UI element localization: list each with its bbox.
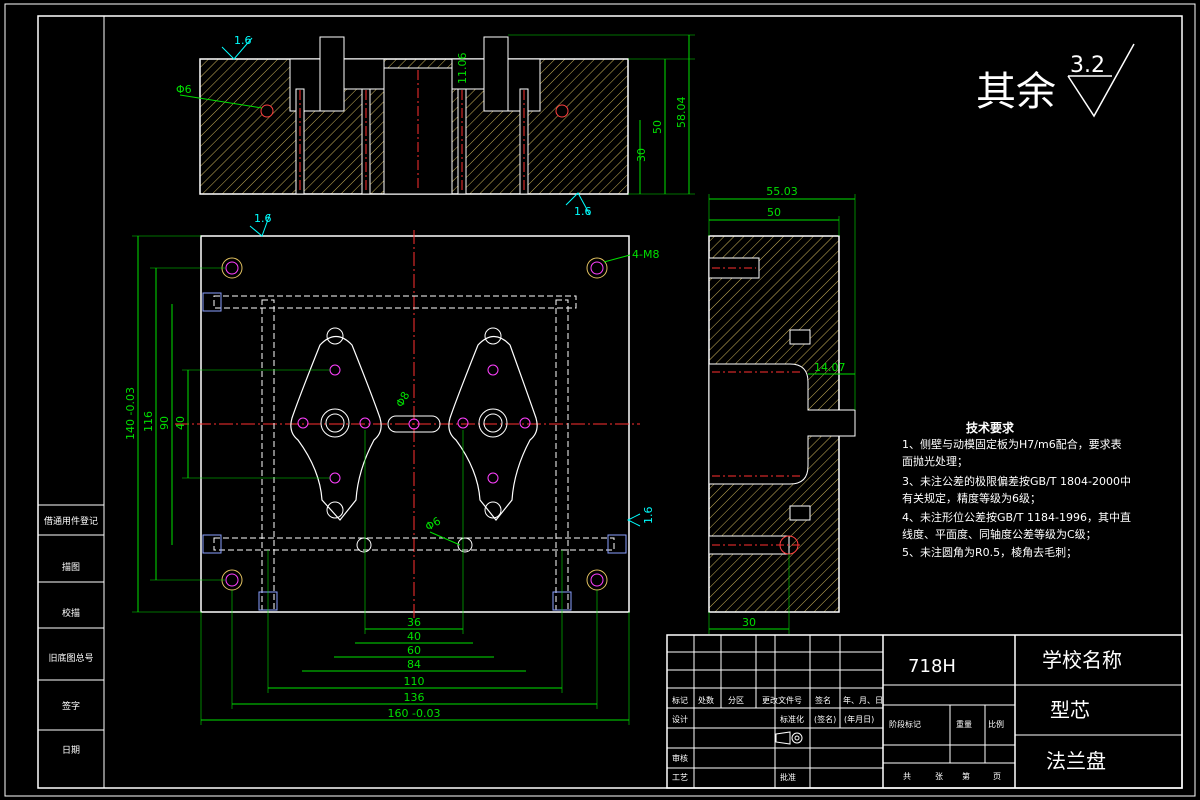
top-dim-1: 11.06 <box>456 53 469 85</box>
strip-label-3: 校描 <box>62 607 80 619</box>
side-dim-4: 30 <box>742 616 756 629</box>
top-hole-right-icon <box>555 104 569 118</box>
tb-sheet-2: 张 <box>935 772 943 781</box>
tb-sheet-3: 第 <box>962 771 970 781</box>
top-dim-4: 58.04 <box>675 97 688 129</box>
projection-symbol-icon <box>775 731 803 745</box>
plan-roughness: 1.6 <box>254 212 272 225</box>
side-dim-1: 55.03 <box>766 185 798 198</box>
tb-sheet-1: 共 <box>903 772 911 781</box>
vdim-2: 116 <box>142 411 155 432</box>
tech-item-3: 3、未注公差的极限偏差按GB/T 1804-2000中 <box>902 474 1131 488</box>
tech-item-4: 有关规定，精度等级为6级； <box>902 491 1041 505</box>
plan-small-hole-dim: Φ8 <box>393 389 412 409</box>
tb-sheet-4: 页 <box>993 772 1001 781</box>
tb-header-3: 分区 <box>728 696 744 705</box>
tb-header-6: 年、月、日 <box>843 695 883 705</box>
surface-finish-value: 3.2 <box>1070 53 1105 78</box>
top-dim-3: 50 <box>651 120 664 134</box>
strip-label-5: 签字 <box>62 700 80 712</box>
thread-label: 4-M8 <box>632 248 659 261</box>
side-view: 55.03 50 14.07 30 <box>708 185 856 634</box>
hdim-4: 84 <box>407 658 421 671</box>
plan-right-roughness: 1.6 <box>642 507 655 525</box>
hdim-2: 40 <box>407 630 421 643</box>
surface-finish-note: 其余 3.2 <box>976 43 1135 118</box>
top-roughness: 1.6 <box>234 34 252 47</box>
hdim-1: 36 <box>407 616 421 629</box>
side-dim-2: 50 <box>767 206 781 219</box>
tb-stage: 阶段标记 <box>889 719 921 729</box>
hdim-3: 60 <box>407 644 421 657</box>
tb-scale: 比例 <box>988 719 1004 729</box>
tech-item-1: 1、侧壁与动模固定板为H7/m6配合，要求表 <box>902 437 1122 451</box>
part-name: 型芯 <box>1050 698 1090 722</box>
top-view: Φ6 11.06 30 50 58.04 1.6 1.6 <box>176 34 695 218</box>
tech-item-7: 5、未注圆角为R0.5，棱角去毛刺； <box>902 545 1077 559</box>
school-name: 学校名称 <box>1042 648 1122 672</box>
plan-right-roughness-icon <box>626 513 641 527</box>
surface-finish-label: 其余 <box>976 69 1056 115</box>
tech-title: 技术要求 <box>966 420 1015 435</box>
tb-sign: (签名) <box>814 714 836 724</box>
tb-weight: 重量 <box>956 719 972 729</box>
strip-label-1: 借通用件登记 <box>44 515 98 527</box>
strip-label-6: 日期 <box>62 745 80 756</box>
plan-view: 1.6 4-M8 Φ8 Φ6 1.6 140 -0.03 116 90 40 3… <box>124 212 659 725</box>
plan-hole-dim: Φ6 <box>423 515 443 534</box>
vdim-3: 90 <box>158 416 171 430</box>
material: 718H <box>908 656 956 677</box>
left-strip: 借通用件登记 描图 校描 旧底图总号 签字 日期 <box>37 504 105 789</box>
drawing-canvas: 借通用件登记 描图 校描 旧底图总号 签字 日期 其余 3.2 Φ6 11.06… <box>4 3 1196 797</box>
tb-row-design: 设计 <box>672 714 688 724</box>
top-hole-dim: Φ6 <box>176 83 192 96</box>
hdim-6: 136 <box>404 691 425 704</box>
tech-item-2: 面抛光处理； <box>902 454 968 468</box>
tb-header-2: 处数 <box>698 695 714 705</box>
side-dim-3: 14.07 <box>814 361 846 374</box>
bottom-roughness: 1.6 <box>574 205 592 218</box>
vdim-1: 140 -0.03 <box>124 387 137 440</box>
top-dim-2: 30 <box>635 148 648 162</box>
tech-item-5: 4、未注形位公差按GB/T 1184-1996，其中直 <box>902 510 1131 524</box>
hdim-7: 160 -0.03 <box>388 707 441 720</box>
tb-std: 标准化 <box>780 714 804 724</box>
tb-approve: 批准 <box>780 772 796 782</box>
tb-header-1: 标记 <box>672 695 688 705</box>
tb-date: (年月日) <box>844 714 874 724</box>
tb-row-craft: 工艺 <box>672 773 688 782</box>
top-hole-left-icon <box>260 104 274 118</box>
tech-item-6: 线度、平面度、同轴度公差等级为C级； <box>902 527 1097 541</box>
strip-label-2: 描图 <box>62 561 80 573</box>
strip-label-4: 旧底图总号 <box>48 652 93 664</box>
tb-header-4: 更改文件号 <box>762 695 802 705</box>
vdim-4: 40 <box>174 416 187 430</box>
tech-requirements: 技术要求 1、侧壁与动模固定板为H7/m6配合，要求表 面抛光处理； 3、未注公… <box>902 420 1131 559</box>
product-name: 法兰盘 <box>1046 749 1106 773</box>
tb-row-review: 审核 <box>672 753 688 763</box>
tb-header-5: 签名 <box>815 695 831 705</box>
hdim-5: 110 <box>404 675 425 688</box>
